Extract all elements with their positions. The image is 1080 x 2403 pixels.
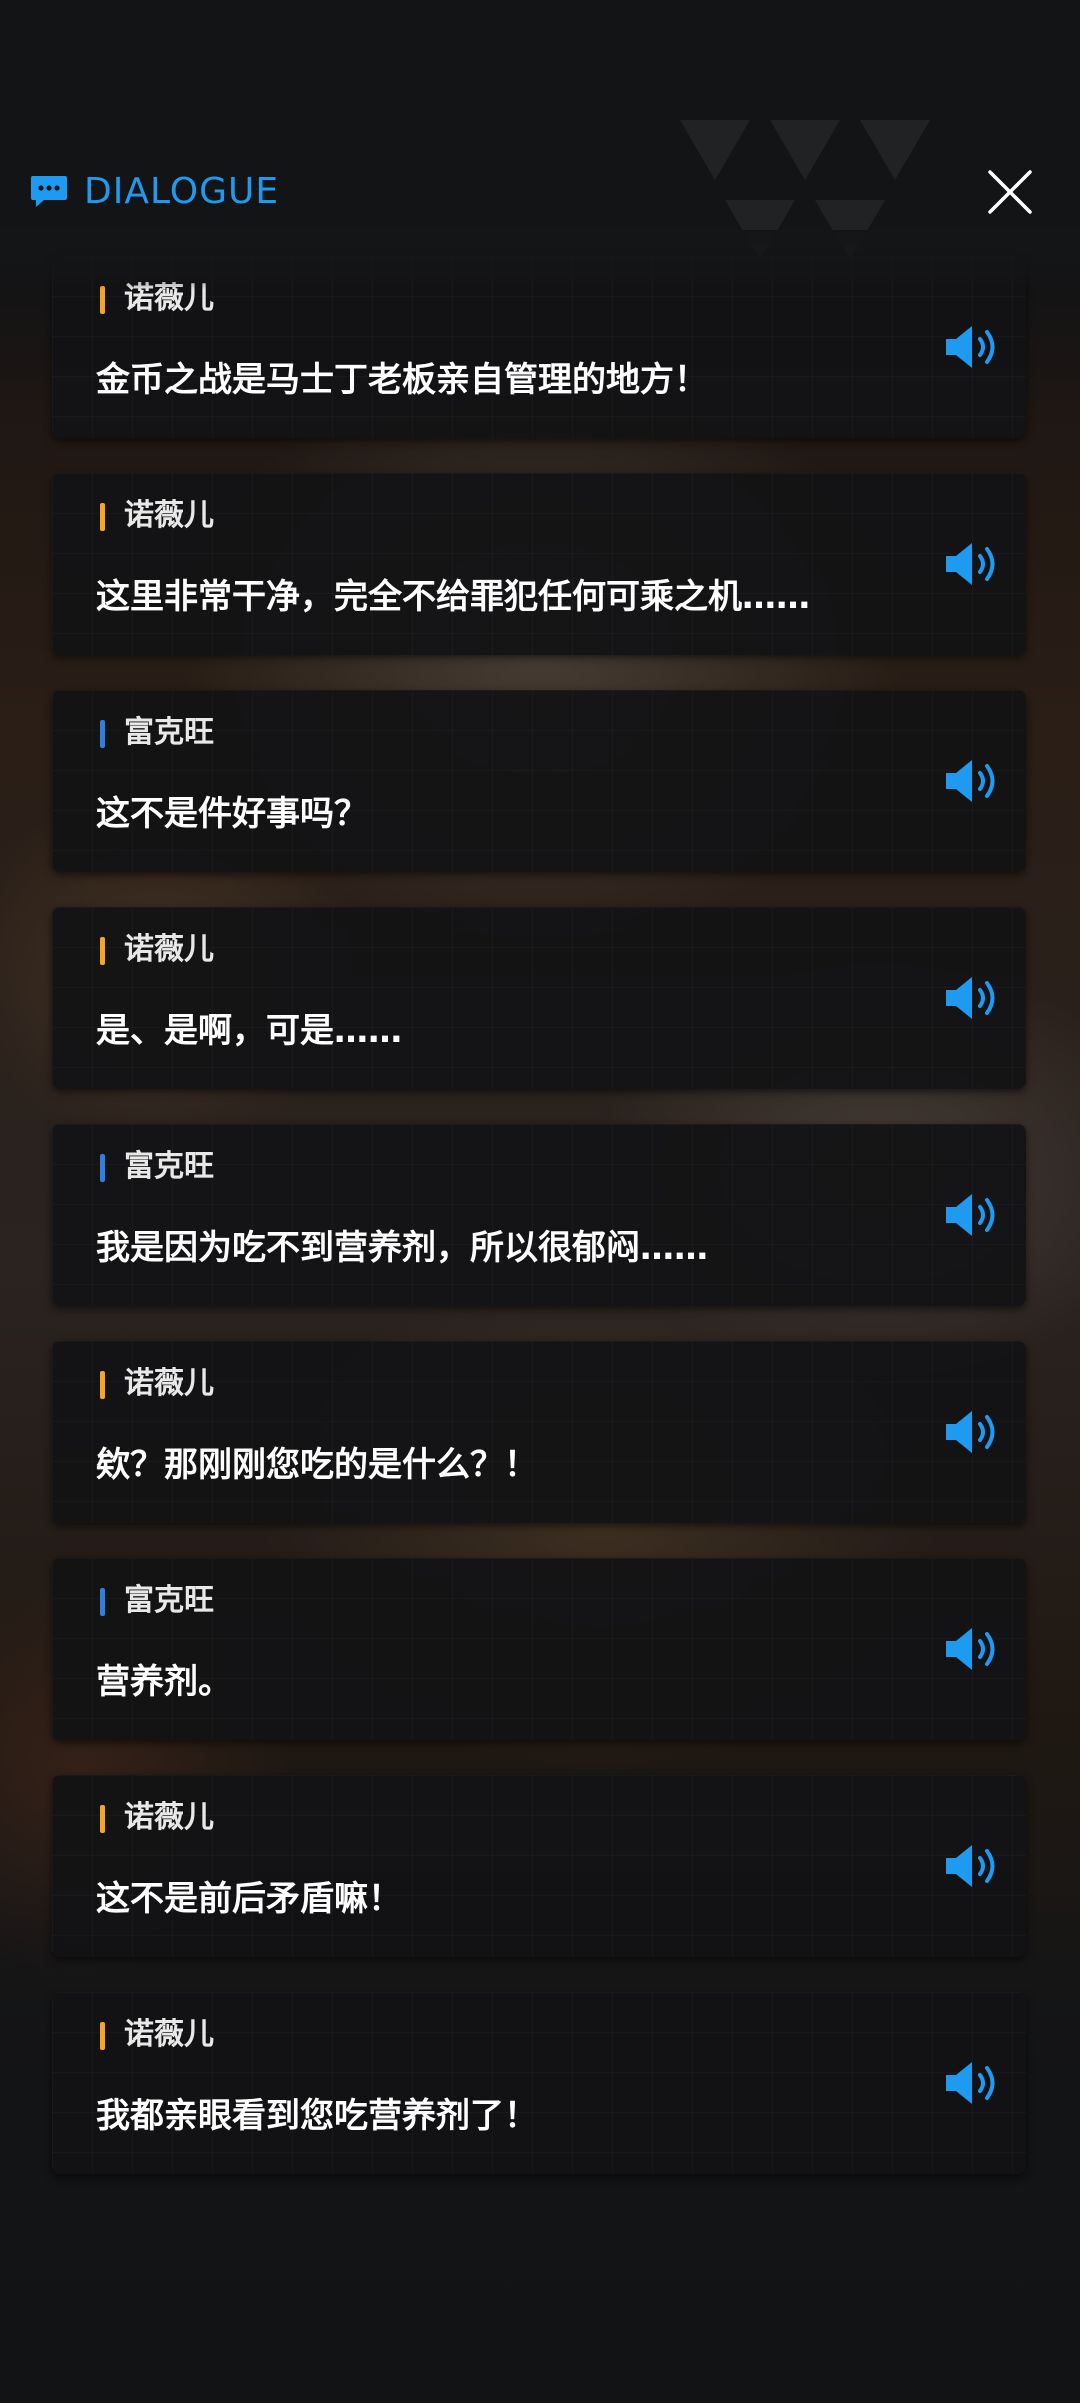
speaker-color-bar — [100, 1805, 105, 1833]
speaker-name: 富克旺 — [124, 1583, 214, 1618]
dialogue-entry: 诺薇儿金币之战是马士丁老板亲自管理的地方！ — [52, 256, 1026, 438]
voice-play-button[interactable] — [942, 1190, 1004, 1240]
speaker-name: 诺薇儿 — [124, 1366, 214, 1401]
dialogue-text: 欸？那刚刚您吃的是什么？！ — [96, 1445, 538, 1485]
speaker-color-bar — [100, 1154, 105, 1182]
speaker-icon — [946, 2062, 972, 2104]
dialogue-entry: 诺薇儿这里非常干净，完全不给罪犯任何可乘之机…… — [52, 473, 1026, 655]
speaker-icon — [946, 1845, 972, 1887]
voice-play-button[interactable] — [942, 1841, 1004, 1891]
speaker-icon — [946, 977, 972, 1019]
dialogue-entry: 富克旺我是因为吃不到营养剂，所以很郁闷…… — [52, 1124, 1026, 1306]
dialogue-text: 这里非常干净，完全不给罪犯任何可乘之机…… — [96, 577, 810, 617]
close-button[interactable] — [984, 166, 1036, 218]
voice-play-button[interactable] — [942, 539, 1004, 589]
voice-play-button[interactable] — [942, 1407, 1004, 1457]
speaker-name: 诺薇儿 — [124, 932, 214, 967]
chat-bubble-icon — [31, 176, 67, 207]
dialogue-screen: 诺薇儿 金币之战是马士丁老板亲自管理的地方！ 诺薇儿 这里非常干净，完全不给罪犯任何可… — [0, 0, 1080, 2403]
speaker-color-bar — [100, 937, 105, 965]
voice-play-button[interactable] — [942, 973, 1004, 1023]
dialogue-entry: 诺薇儿欸？那刚刚您吃的是什么？！ — [52, 1341, 1026, 1523]
dialogue-entry: 富克旺营养剂。 — [52, 1558, 1026, 1740]
speaker-icon — [946, 543, 972, 585]
voice-play-button[interactable] — [942, 1624, 1004, 1674]
voice-play-button[interactable] — [942, 756, 1004, 806]
dialogue-list[interactable]: 诺薇儿 金币之战是马士丁老板亲自管理的地方！ 诺薇儿 这里非常干净，完全不给罪犯任何可… — [0, 0, 1080, 2403]
dialogue-entry: 富克旺这不是件好事吗？ — [52, 690, 1026, 872]
speaker-color-bar — [100, 1371, 105, 1399]
speaker-color-bar — [100, 286, 105, 314]
speaker-color-bar — [100, 2022, 105, 2050]
dialogue-text: 是、是啊，可是…… — [96, 1011, 402, 1051]
speaker-name: 诺薇儿 — [124, 498, 214, 533]
page-title: DIALOGUE — [84, 171, 280, 212]
voice-play-button[interactable] — [942, 2058, 1004, 2108]
speaker-name: 诺薇儿 — [124, 2017, 214, 2052]
dialogue-text: 这不是件好事吗？ — [96, 794, 368, 834]
speaker-color-bar — [100, 720, 105, 748]
dialogue-entry: 诺薇儿这不是前后矛盾嘛！ — [52, 1775, 1026, 1957]
speaker-icon — [946, 326, 972, 368]
speaker-icon — [946, 1628, 972, 1670]
dialogue-text: 我是因为吃不到营养剂，所以很郁闷…… — [96, 1228, 708, 1268]
speaker-color-bar — [100, 1588, 105, 1616]
speaker-icon — [946, 1411, 972, 1453]
dialogue-entry: 诺薇儿我都亲眼看到您吃营养剂了！ — [52, 1992, 1026, 2174]
dialogue-text: 我都亲眼看到您吃营养剂了！ — [96, 2096, 538, 2136]
speaker-color-bar — [100, 503, 105, 531]
speaker-name: 富克旺 — [124, 1149, 214, 1184]
dialogue-header: DIALOGUE — [0, 160, 1080, 224]
speaker-icon — [946, 760, 972, 802]
dialogue-text: 这不是前后矛盾嘛！ — [96, 1879, 402, 1919]
dialogue-text: 营养剂。 — [96, 1662, 232, 1702]
dialogue-entry: 诺薇儿是、是啊，可是…… — [52, 907, 1026, 1089]
voice-play-button[interactable] — [942, 322, 1004, 372]
speaker-icon — [946, 1194, 972, 1236]
dialogue-text: 金币之战是马士丁老板亲自管理的地方！ — [96, 360, 708, 400]
speaker-name: 诺薇儿 — [124, 1800, 214, 1835]
speaker-name: 诺薇儿 — [124, 281, 214, 316]
speaker-name: 富克旺 — [124, 715, 214, 750]
